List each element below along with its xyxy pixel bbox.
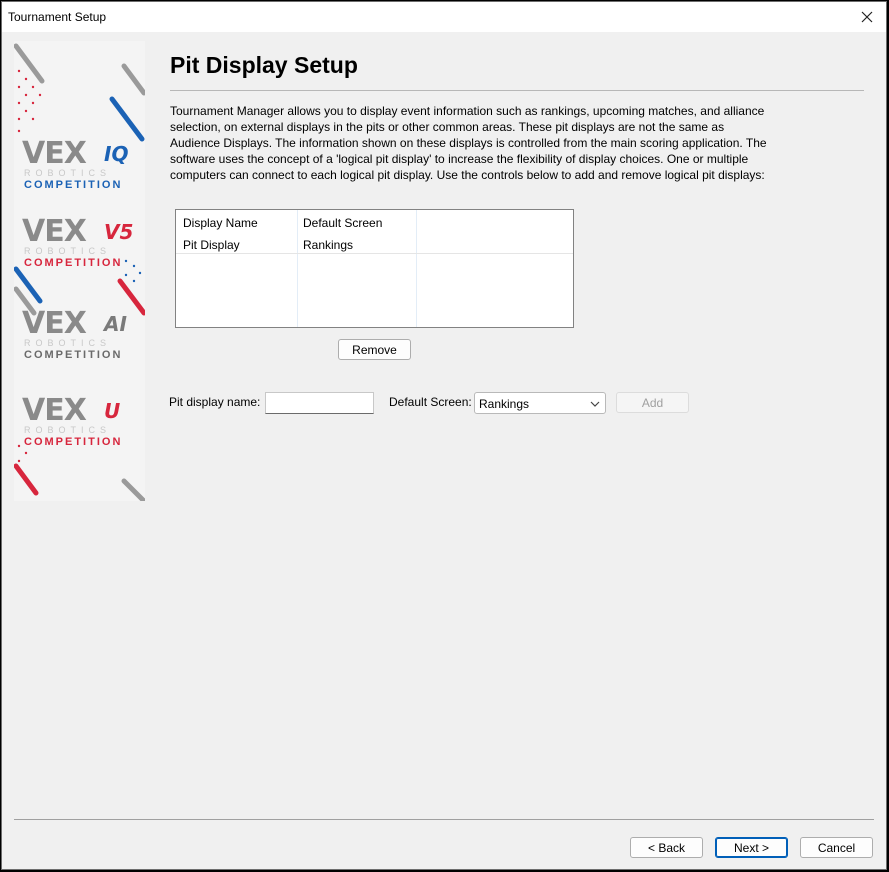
vex-banner: VEX IQ ROBOTICS COMPETITION VEX V5 ROBOT…	[14, 41, 145, 501]
next-button[interactable]: Next >	[715, 837, 788, 858]
vex-iq-logo: VEX IQ ROBOTICS COMPETITION	[22, 136, 129, 191]
close-button[interactable]	[848, 2, 886, 32]
heading-divider	[170, 90, 864, 91]
column-header-display-name[interactable]: Display Name	[183, 216, 258, 230]
cancel-button[interactable]: Cancel	[800, 837, 873, 858]
list-row-display-name[interactable]: Pit Display	[183, 238, 240, 252]
default-screen-select[interactable]: Rankings	[474, 392, 606, 414]
pit-display-name-label: Pit display name:	[169, 395, 261, 409]
pit-display-name-input[interactable]	[265, 392, 374, 414]
column-header-default-screen[interactable]: Default Screen	[303, 216, 382, 230]
default-screen-value: Rankings	[479, 397, 530, 411]
tournament-setup-window: Tournament Setup VEX IQ ROBOTICS COMPETI…	[1, 1, 887, 870]
column-divider	[416, 210, 417, 327]
title-bar: Tournament Setup	[2, 2, 886, 32]
chevron-down-icon	[590, 401, 600, 407]
remove-button[interactable]: Remove	[338, 339, 411, 360]
column-divider	[297, 210, 298, 327]
close-icon	[861, 11, 873, 23]
row-divider	[176, 253, 573, 254]
footer-divider	[14, 819, 874, 820]
list-row-default-screen[interactable]: Rankings	[303, 238, 353, 252]
pit-display-list[interactable]: Display Name Default Screen Pit Display …	[175, 209, 574, 328]
vex-ai-logo: VEX AI ROBOTICS COMPETITION	[22, 306, 127, 361]
back-button[interactable]: < Back	[630, 837, 703, 858]
page-description: Tournament Manager allows you to display…	[170, 104, 767, 182]
default-screen-label: Default Screen:	[389, 395, 472, 409]
add-button[interactable]: Add	[616, 392, 689, 413]
vex-u-logo: VEX U ROBOTICS COMPETITION	[22, 393, 123, 448]
page-title: Pit Display Setup	[170, 52, 358, 78]
vex-v5-logo: VEX V5 ROBOTICS COMPETITION	[22, 214, 134, 269]
window-title: Tournament Setup	[8, 10, 107, 24]
